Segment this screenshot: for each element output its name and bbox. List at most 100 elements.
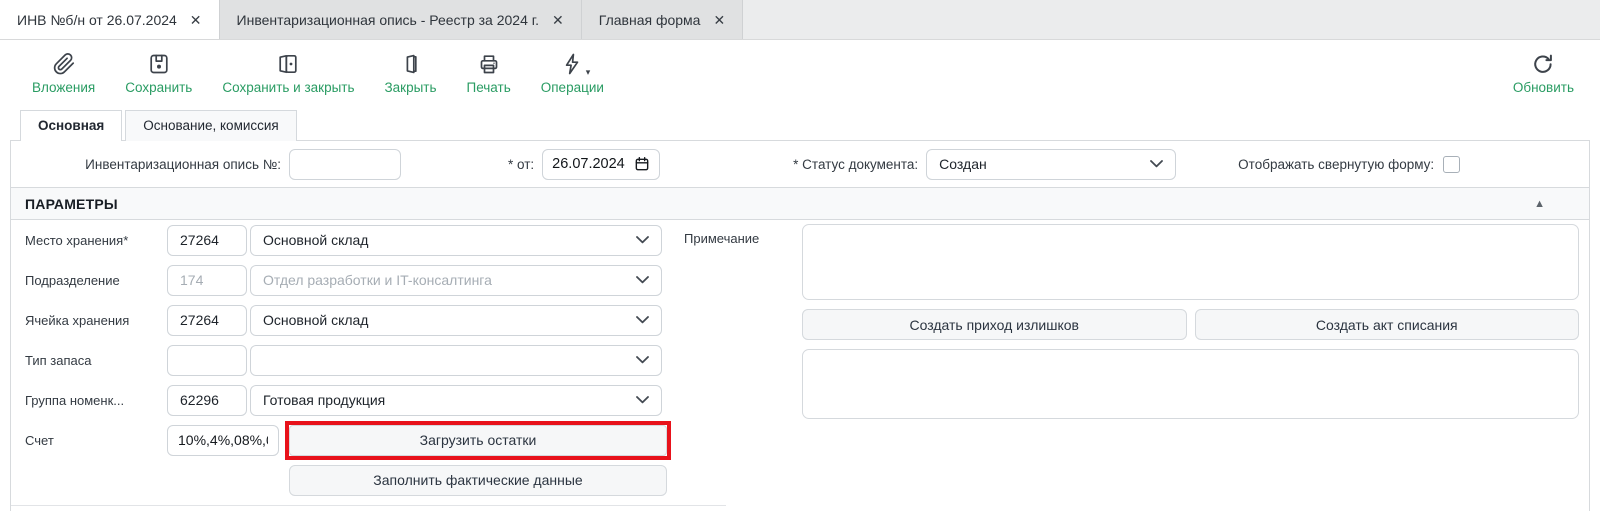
save-and-close-button[interactable]: Сохранить и закрыть: [222, 51, 354, 95]
account-input[interactable]: [167, 425, 279, 456]
storage-place-code[interactable]: 27264: [167, 225, 247, 256]
status-select[interactable]: Создан: [926, 149, 1176, 180]
field-label: Подразделение: [25, 273, 167, 288]
close-icon[interactable]: ✕: [713, 13, 725, 27]
close-icon[interactable]: ✕: [190, 13, 202, 27]
parameters-title: ПАРАМЕТРЫ: [25, 196, 118, 212]
window-tab-register[interactable]: Инвентаризационная опись - Реестр за 202…: [220, 0, 582, 39]
bottom-divider: [11, 505, 726, 506]
chevron-down-icon: [1150, 160, 1163, 168]
header-field-row: Инвентаризационная опись №: * от: 26.07.…: [11, 141, 1589, 187]
collapse-icon[interactable]: ▲: [1534, 198, 1545, 210]
lightning-icon: ▾: [559, 51, 585, 77]
date-input[interactable]: 26.07.2024: [542, 149, 660, 180]
chevron-down-icon: [636, 236, 649, 244]
item-group-code[interactable]: 62296: [167, 385, 247, 416]
storage-cell-select[interactable]: Основной склад: [250, 305, 662, 336]
department-code: 174: [167, 265, 247, 296]
attachments-label: Вложения: [32, 80, 95, 95]
chevron-down-icon: [636, 316, 649, 324]
window-tab-document[interactable]: ИНВ №б/н от 26.07.2024 ✕: [0, 0, 220, 39]
field-label: Тип запаса: [25, 353, 167, 368]
save-label: Сохранить: [125, 80, 192, 95]
save-icon: [146, 51, 172, 77]
inventory-number-input[interactable]: [289, 149, 401, 180]
field-row-fill-actual: Заполнить фактические данные: [25, 460, 674, 500]
tab-main[interactable]: Основная: [20, 110, 122, 141]
field-value: Основной склад: [263, 312, 368, 328]
field-label: Ячейка хранения: [25, 313, 167, 328]
field-label: Счет: [25, 433, 167, 448]
field-row-storage-cell: Ячейка хранения 27264 Основной склад: [25, 300, 674, 340]
extra-note-textarea[interactable]: [802, 349, 1579, 419]
window-tab-label: Инвентаризационная опись - Реестр за 202…: [237, 12, 540, 28]
storage-cell-code[interactable]: 27264: [167, 305, 247, 336]
chevron-down-icon: [636, 396, 649, 404]
create-writeoff-button[interactable]: Создать акт списания: [1195, 309, 1580, 340]
operations-button[interactable]: ▾ Операции: [541, 51, 604, 95]
document-form-panel: Инвентаризационная опись №: * от: 26.07.…: [10, 140, 1590, 511]
close-button[interactable]: Закрыть: [385, 51, 437, 95]
collapsed-form-label: Отображать свернутую форму:: [1238, 157, 1434, 172]
date-label: * от:: [508, 157, 534, 172]
inventory-number-label: Инвентаризационная опись №:: [25, 157, 289, 172]
note-label: Примечание: [674, 224, 802, 419]
door-icon: [398, 51, 424, 77]
field-label: Группа номенк...: [25, 393, 167, 408]
status-label: * Статус документа:: [793, 157, 918, 172]
parameters-body: Место хранения* 27264 Основной склад Под…: [11, 220, 1589, 500]
parameters-left-column: Место хранения* 27264 Основной склад Под…: [11, 220, 674, 500]
print-label: Печать: [467, 80, 511, 95]
stock-type-code[interactable]: [167, 345, 247, 376]
window-tab-label: ИНВ №б/н от 26.07.2024: [17, 12, 177, 28]
fill-actual-data-button[interactable]: Заполнить фактические данные: [289, 465, 667, 496]
parameters-right-column: Примечание Создать приход излишков Созда…: [674, 220, 1589, 419]
chevron-down-icon: ▾: [586, 67, 591, 78]
refresh-icon: [1530, 51, 1556, 77]
create-surplus-button[interactable]: Создать приход излишков: [802, 309, 1187, 340]
toolbar: Вложения Сохранить Сохранить и закрыть З…: [0, 40, 1600, 110]
load-balances-button[interactable]: Загрузить остатки: [289, 425, 667, 456]
close-icon[interactable]: ✕: [552, 13, 564, 27]
field-row-stock-type: Тип запаса: [25, 340, 674, 380]
refresh-button[interactable]: Обновить: [1513, 51, 1574, 95]
department-select[interactable]: Отдел разработки и IT-консалтинга: [250, 265, 662, 296]
save-button[interactable]: Сохранить: [125, 51, 192, 95]
create-doc-buttons: Создать приход излишков Создать акт спис…: [802, 309, 1579, 340]
highlight-box: Загрузить остатки: [285, 421, 671, 460]
field-value: Отдел разработки и IT-консалтинга: [263, 272, 492, 288]
printer-icon: [476, 51, 502, 77]
collapsed-form-checkbox[interactable]: [1443, 156, 1460, 173]
note-textarea[interactable]: [802, 224, 1579, 300]
window-tab-bar: ИНВ №б/н от 26.07.2024 ✕ Инвентаризацион…: [0, 0, 1600, 40]
print-button[interactable]: Печать: [467, 51, 511, 95]
chevron-down-icon: [636, 356, 649, 364]
form-tab-bar: Основная Основание, комиссия: [0, 110, 1600, 141]
stock-type-select[interactable]: [250, 345, 662, 376]
save-and-close-label: Сохранить и закрыть: [222, 80, 354, 95]
window-tab-main-form[interactable]: Главная форма ✕: [582, 0, 743, 39]
calendar-icon[interactable]: [634, 156, 650, 172]
date-value: 26.07.2024: [552, 156, 625, 172]
refresh-label: Обновить: [1513, 80, 1574, 95]
paperclip-icon: [51, 51, 77, 77]
tab-basis-commission[interactable]: Основание, комиссия: [125, 110, 297, 141]
field-row-storage-place: Место хранения* 27264 Основной склад: [25, 220, 674, 260]
field-label: Место хранения*: [25, 233, 167, 248]
parameters-section-header[interactable]: ПАРАМЕТРЫ ▲: [11, 187, 1589, 220]
field-row-account: Счет Загрузить остатки: [25, 420, 674, 460]
window-tab-label: Главная форма: [599, 12, 701, 28]
chevron-down-icon: [636, 276, 649, 284]
save-close-icon: [275, 51, 301, 77]
field-row-item-group: Группа номенк... 62296 Готовая продукция: [25, 380, 674, 420]
field-value: Основной склад: [263, 232, 368, 248]
field-value: Готовая продукция: [263, 392, 385, 408]
status-value: Создан: [939, 156, 987, 172]
attachments-button[interactable]: Вложения: [32, 51, 95, 95]
note-fields: Создать приход излишков Создать акт спис…: [802, 224, 1579, 419]
storage-place-select[interactable]: Основной склад: [250, 225, 662, 256]
close-label: Закрыть: [385, 80, 437, 95]
field-row-department: Подразделение 174 Отдел разработки и IT-…: [25, 260, 674, 300]
item-group-select[interactable]: Готовая продукция: [250, 385, 662, 416]
operations-label: Операции: [541, 80, 604, 95]
